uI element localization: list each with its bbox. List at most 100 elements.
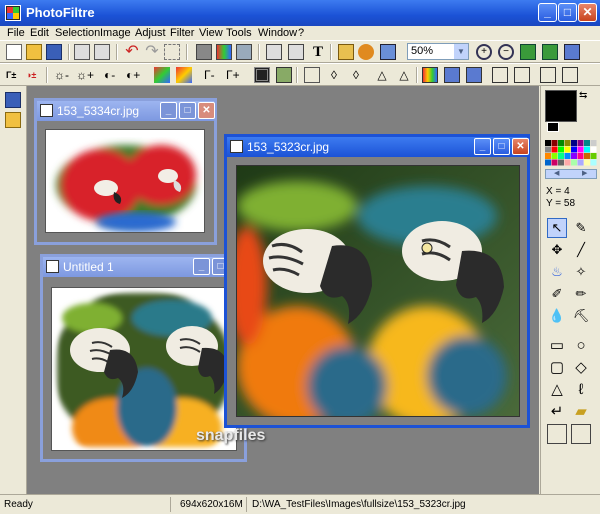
palette-swatch[interactable] [571, 153, 577, 159]
blur-more-icon[interactable]: ◊ [326, 67, 342, 83]
saturation-plus-icon[interactable] [176, 67, 192, 83]
doc-minimize-button[interactable]: _ [474, 138, 491, 155]
palette-swatch[interactable] [564, 146, 571, 153]
new-icon[interactable] [6, 44, 22, 60]
minimize-button[interactable]: _ [538, 3, 557, 22]
menu-file[interactable]: File [7, 26, 25, 40]
open-selection-icon[interactable]: ▰ [571, 402, 591, 422]
maximize-button[interactable]: □ [558, 3, 577, 22]
color-icon[interactable] [216, 44, 232, 60]
text-icon[interactable]: T [310, 44, 326, 60]
menu-window[interactable]: Window [258, 26, 297, 40]
palette-swatch[interactable] [577, 146, 584, 153]
pencil-icon[interactable]: ✏ [571, 284, 591, 304]
palette-swatch[interactable] [564, 153, 571, 159]
gamma-plus-icon[interactable]: Γ+ [226, 67, 242, 83]
rounded-rect-icon[interactable]: ▢ [547, 358, 567, 378]
palette-swatch[interactable] [551, 159, 558, 166]
frame-icon[interactable] [444, 67, 460, 83]
palette-swatch[interactable] [584, 159, 590, 166]
palette-swatch[interactable] [590, 140, 597, 146]
fill-icon[interactable]: ♨ [547, 262, 567, 282]
auto-levels-icon[interactable]: Γ± [6, 67, 22, 83]
palette-swatch[interactable] [577, 159, 584, 166]
invert-selection-icon[interactable] [547, 424, 567, 444]
palette-scroll[interactable]: ◀ ▶ [545, 169, 597, 179]
palette-swatch[interactable] [584, 140, 590, 146]
saturation-minus-icon[interactable] [154, 67, 170, 83]
menu-view[interactable]: View [199, 26, 223, 40]
brush-icon[interactable]: ✐ [547, 284, 567, 304]
palette-swatch[interactable] [577, 140, 584, 146]
palette-swatch[interactable] [590, 146, 597, 153]
menu-selection[interactable]: Selection [55, 26, 100, 40]
contrast-plus-icon[interactable]: ◐+ [126, 67, 142, 83]
palette-swatch[interactable] [564, 159, 571, 166]
gradient-icon[interactable] [422, 67, 438, 83]
document-window-3[interactable]: 153_5323cr.jpg _ □ ✕ [224, 134, 530, 428]
menu-tools[interactable]: Tools [226, 26, 252, 40]
plugin-icon[interactable] [358, 44, 374, 60]
menu-filter[interactable]: Filter [170, 26, 194, 40]
doc-minimize-button[interactable]: _ [160, 102, 177, 119]
document-titlebar[interactable]: Untitled 1 _ □ [43, 257, 244, 277]
contrast-minus-icon[interactable]: ◐- [104, 67, 120, 83]
blur-icon[interactable] [304, 67, 320, 83]
palette-swatch[interactable] [590, 159, 597, 166]
crop-icon[interactable] [164, 44, 180, 60]
noise-icon[interactable]: △ [396, 67, 412, 83]
document-canvas[interactable] [37, 121, 214, 242]
menu-adjust[interactable]: Adjust [135, 26, 166, 40]
triangle-shape-icon[interactable]: △ [547, 380, 567, 400]
copy-image-icon[interactable] [266, 44, 282, 60]
zoom-in-icon[interactable]: + [476, 44, 492, 60]
line-icon[interactable]: ╱ [571, 240, 591, 260]
color-palette[interactable] [545, 140, 597, 166]
auto-contrast-icon[interactable]: ◑± [26, 67, 42, 83]
default-colors-icon[interactable] [547, 122, 559, 132]
palette-swatch[interactable] [584, 153, 590, 159]
palette-swatch[interactable] [571, 159, 577, 166]
rotate-right-icon[interactable] [562, 67, 578, 83]
menu-help[interactable]: ? [298, 26, 304, 40]
ellipse-shape-icon[interactable]: ○ [571, 336, 591, 356]
save-all-icon[interactable] [5, 92, 21, 108]
brightness-minus-icon[interactable]: ☼+ [76, 67, 94, 83]
fit-icon[interactable] [520, 44, 536, 60]
shadow-icon[interactable] [466, 67, 482, 83]
arrow-tool-icon[interactable]: ↖ [547, 218, 567, 238]
swap-colors-icon[interactable]: ⇆ [579, 90, 587, 101]
document-titlebar[interactable]: 153_5334cr.jpg _ □ ✕ [37, 101, 215, 121]
palette-swatch[interactable] [564, 140, 571, 146]
palette-swatch[interactable] [545, 153, 551, 159]
document-canvas[interactable] [227, 157, 527, 425]
brightness-plus-icon[interactable]: ☼- [54, 67, 70, 83]
save-icon[interactable] [46, 44, 62, 60]
palette-swatch[interactable] [558, 153, 564, 159]
paste-image-icon[interactable] [288, 44, 304, 60]
palette-swatch[interactable] [571, 140, 577, 146]
chevron-right-icon[interactable]: ▶ [582, 170, 587, 178]
chevron-down-icon[interactable]: ▼ [454, 44, 468, 59]
window-icon[interactable] [380, 44, 396, 60]
flip-horizontal-icon[interactable] [492, 67, 508, 83]
menu-image[interactable]: Image [100, 26, 131, 40]
palette-swatch[interactable] [584, 146, 590, 153]
spray-icon[interactable]: ✧ [571, 262, 591, 282]
negative-icon[interactable] [254, 67, 270, 83]
select-all-icon[interactable] [571, 424, 591, 444]
rect-shape-icon[interactable]: ▭ [547, 336, 567, 356]
lasso-icon[interactable]: ℓ [571, 380, 591, 400]
palette-swatch[interactable] [571, 146, 577, 153]
rotate-left-icon[interactable] [540, 67, 556, 83]
palette-swatch[interactable] [551, 146, 558, 153]
print-preview-icon[interactable] [94, 44, 110, 60]
palette-swatch[interactable] [545, 146, 551, 153]
document-window-1[interactable]: 153_5334cr.jpg _ □ ✕ [34, 98, 217, 245]
palette-swatch[interactable] [545, 140, 551, 146]
image-size-icon[interactable] [236, 44, 252, 60]
palette-swatch[interactable] [558, 159, 564, 166]
explorer-icon[interactable] [338, 44, 354, 60]
palette-swatch[interactable] [577, 153, 584, 159]
doc-close-button[interactable]: ✕ [512, 138, 529, 155]
